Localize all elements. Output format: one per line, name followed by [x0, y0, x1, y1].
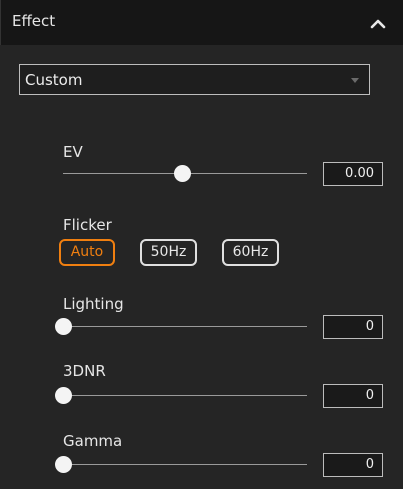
gamma-slider-thumb[interactable] — [54, 456, 72, 473]
ev-slider-thumb[interactable] — [174, 165, 192, 182]
panel-title: Effect — [12, 12, 56, 30]
lighting-slider-track[interactable] — [63, 326, 307, 327]
3dnr-value-field[interactable]: 0 — [323, 384, 383, 408]
gamma-label: Gamma — [63, 432, 123, 450]
preset-selected-value: Custom — [25, 71, 83, 89]
caret-down-icon — [351, 78, 359, 83]
preset-dropdown[interactable]: Custom — [19, 64, 370, 95]
ev-value-field[interactable]: 0.00 — [323, 162, 383, 186]
gamma-slider-track[interactable] — [63, 464, 307, 465]
chevron-up-icon[interactable] — [368, 13, 388, 33]
gamma-value-field[interactable]: 0 — [323, 453, 383, 477]
flicker-50hz-button[interactable]: 50Hz — [140, 239, 197, 266]
3dnr-slider-track[interactable] — [63, 395, 307, 396]
3dnr-label: 3DNR — [63, 362, 106, 380]
flicker-label: Flicker — [63, 216, 112, 234]
flicker-auto-button[interactable]: Auto — [59, 239, 115, 266]
flicker-60hz-button[interactable]: 60Hz — [222, 239, 279, 266]
lighting-slider-thumb[interactable] — [54, 318, 72, 335]
lighting-label: Lighting — [63, 295, 124, 313]
effect-panel: Effect Custom EV 0.00 Flicker Auto 50Hz … — [0, 0, 403, 489]
ev-label: EV — [63, 143, 83, 161]
panel-header[interactable]: Effect — [0, 0, 403, 45]
lighting-value-field[interactable]: 0 — [323, 315, 383, 339]
3dnr-slider-thumb[interactable] — [54, 387, 72, 404]
